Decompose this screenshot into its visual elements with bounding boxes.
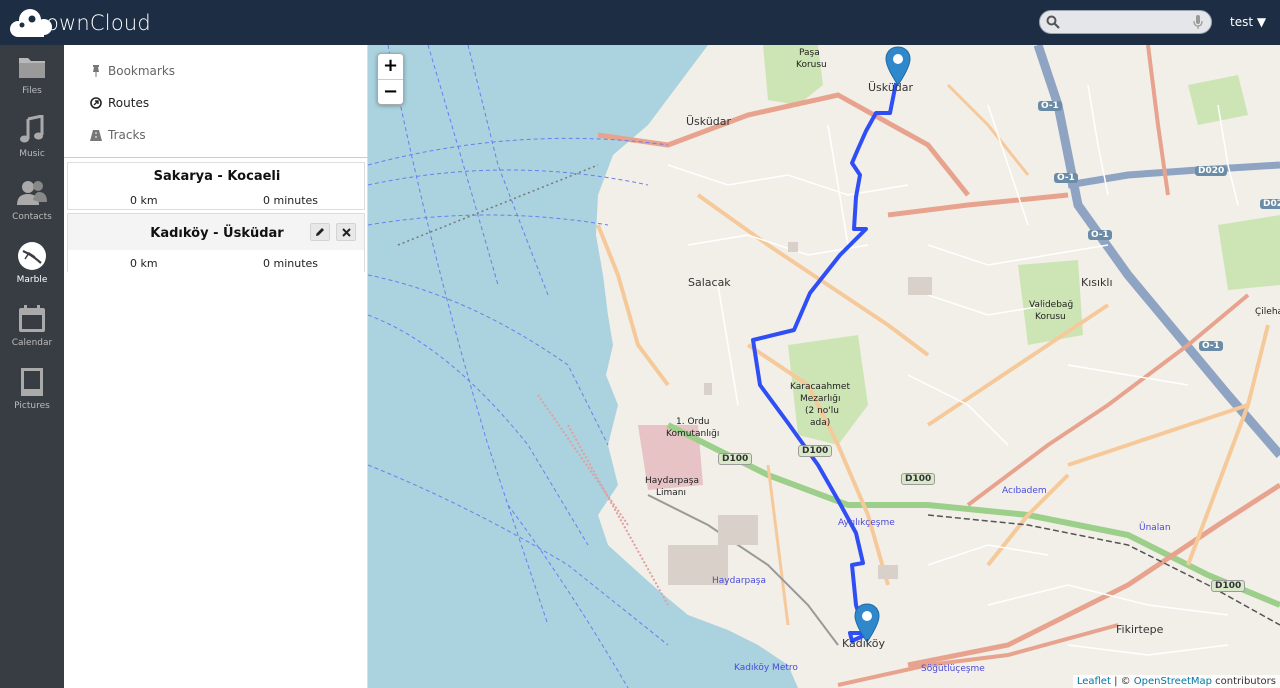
tab-label-bookmarks: Bookmarks — [108, 64, 176, 78]
search-icon — [1046, 15, 1060, 29]
user-menu[interactable]: test ▼ — [1230, 15, 1266, 29]
map-label: 1. Ordu — [676, 417, 710, 427]
map-label: Karacaahmet — [790, 382, 850, 392]
nav-label-calendar: Calendar — [11, 338, 53, 348]
map-label: Söğütlüçeşme — [921, 664, 985, 674]
map-label: Salacak — [688, 276, 731, 289]
map-label: Fikirtepe — [1116, 623, 1164, 636]
nav-item-calendar[interactable]: Calendar — [0, 297, 64, 357]
divider — [64, 157, 368, 158]
marble-sidebar: Bookmarks Routes Tracks Sakarya - Kocael… — [64, 45, 368, 688]
route-start-marker[interactable] — [885, 46, 911, 86]
map-label: Haydarpaşa — [645, 476, 699, 486]
route-icon — [90, 97, 102, 109]
edit-route-button[interactable] — [310, 223, 330, 241]
map-label: (2 no'lu — [805, 406, 839, 416]
map-label: Validebağ — [1029, 300, 1074, 310]
road-shield: D020 — [1195, 166, 1228, 176]
zoom-out-button[interactable]: − — [378, 79, 403, 104]
nav-item-music[interactable]: Music — [0, 108, 64, 168]
map-attribution: Leaflet | © OpenStreetMap contributors — [1072, 675, 1280, 688]
nav-label-music: Music — [19, 149, 45, 159]
pin-icon — [93, 65, 99, 77]
map-label: Paşa — [799, 48, 820, 58]
folder-icon — [19, 58, 45, 78]
leaflet-link[interactable]: Leaflet — [1077, 676, 1111, 687]
map-label: Ayrılıkçeşme — [838, 518, 895, 528]
delete-route-button[interactable] — [336, 223, 356, 241]
map-label: Komutanlığı — [666, 429, 720, 439]
tab-label-routes: Routes — [108, 96, 150, 110]
map-label: Korusu — [1035, 312, 1066, 322]
pictures-icon — [21, 368, 43, 396]
search-box[interactable] — [1039, 10, 1212, 34]
road-shield: D100 — [1211, 580, 1246, 592]
microphone-icon[interactable] — [1193, 15, 1203, 30]
tab-label-tracks: Tracks — [108, 128, 146, 142]
map-label: Kadıköy Metro — [734, 663, 798, 673]
map-label: Kadıköy — [842, 637, 886, 650]
attribution-suffix: contributors — [1212, 676, 1276, 687]
road-shield: O-1 — [1088, 230, 1112, 240]
nav-item-files[interactable]: Files — [0, 45, 64, 105]
tab-bookmarks[interactable]: Bookmarks — [90, 61, 175, 81]
map-label: Acıbadem — [1002, 486, 1047, 496]
nav-label-marble: Marble — [16, 275, 48, 285]
tab-tracks[interactable]: Tracks — [90, 125, 146, 145]
nav-label-files: Files — [22, 86, 42, 96]
calendar-icon — [19, 305, 45, 332]
map-label: Haydarpaşa — [712, 576, 766, 586]
route-item[interactable]: Sakarya - Kocaeli 0 km 0 minutes — [67, 162, 365, 210]
map-label: Üsküdar — [868, 81, 914, 94]
road-shield: O-1 — [1038, 101, 1062, 111]
map-tiles — [368, 45, 1280, 688]
map-label: Ünalan — [1139, 523, 1171, 533]
nav-label-pictures: Pictures — [14, 401, 50, 411]
cloud-icon — [10, 9, 52, 37]
tab-routes[interactable]: Routes — [90, 93, 149, 113]
route-title: Sakarya - Kocaeli — [153, 169, 281, 184]
road-shield: D100 — [718, 453, 753, 465]
road-shield: O-1 — [1199, 341, 1223, 351]
nav-item-marble[interactable]: Marble — [0, 234, 64, 294]
nav-item-pictures[interactable]: Pictures — [0, 360, 64, 420]
app-navigation: Files Music Contacts Marble Calendar Pic… — [0, 45, 64, 688]
route-duration: 0 minutes — [263, 194, 319, 207]
map-label: ada) — [810, 418, 831, 428]
map-label: Korusu — [796, 60, 827, 70]
owncloud-logo[interactable]: ownCloud — [8, 6, 151, 40]
zoom-in-button[interactable]: + — [378, 54, 403, 79]
road-shield: D100 — [798, 445, 833, 457]
music-icon — [20, 115, 44, 143]
contacts-icon — [17, 181, 47, 205]
search-input[interactable] — [1066, 14, 1186, 30]
map-label: Üsküdar — [686, 115, 732, 128]
route-details-band — [68, 250, 364, 272]
osm-link[interactable]: OpenStreetMap — [1134, 676, 1212, 687]
route-duration: 0 minutes — [263, 257, 319, 270]
road-shield: O-1 — [1054, 173, 1078, 183]
route-item-selected[interactable]: Kadıköy - Üsküdar 0 km 0 minutes — [67, 213, 365, 272]
close-icon — [341, 227, 351, 237]
marble-icon — [18, 242, 46, 270]
pencil-icon — [316, 228, 324, 236]
top-header: ownCloud test ▼ — [0, 0, 1280, 45]
road-shield: D02 — [1260, 199, 1280, 209]
attribution-separator: | © — [1110, 676, 1134, 687]
nav-label-contacts: Contacts — [12, 212, 52, 222]
map-label: Kısıklı — [1081, 276, 1113, 289]
route-distance: 0 km — [130, 194, 158, 207]
road-shield: D100 — [901, 473, 936, 485]
nav-item-contacts[interactable]: Contacts — [0, 171, 64, 231]
road-icon — [90, 130, 102, 141]
map-label: Çilehan — [1255, 307, 1280, 317]
map-label: Mezarlığı — [800, 394, 841, 404]
map-view[interactable]: Paşa Korusu Üsküdar Üsküdar Salacak Kısı… — [368, 45, 1280, 688]
map-label: Limanı — [656, 488, 687, 498]
route-distance: 0 km — [130, 257, 158, 270]
zoom-control: + − — [377, 53, 404, 105]
